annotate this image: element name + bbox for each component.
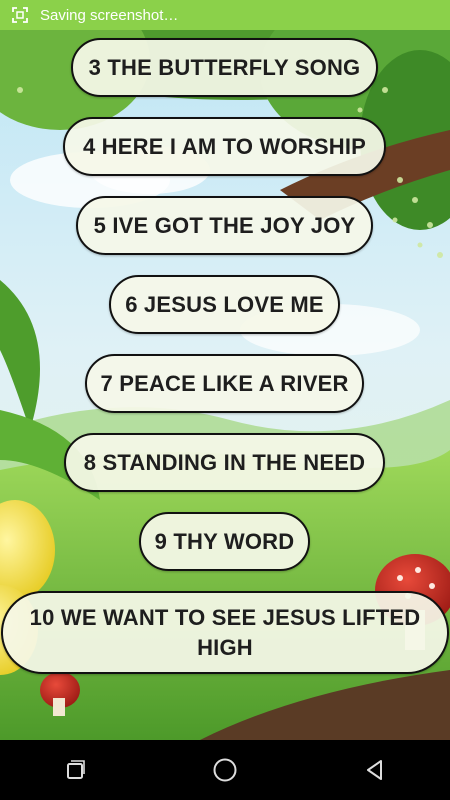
song-button-5[interactable]: 5 IVE GOT THE JOY JOY [76,196,373,255]
status-text: Saving screenshot… [40,6,179,24]
song-button-4[interactable]: 4 HERE I AM TO WORSHIP [63,117,386,176]
song-button-8[interactable]: 8 STANDING IN THE NEED [64,433,385,492]
screenshot-icon [12,7,28,23]
recents-button[interactable] [45,748,105,792]
song-list: 3 THE BUTTERFLY SONG 4 HERE I AM TO WORS… [0,30,450,740]
home-icon [213,758,237,782]
song-button-10[interactable]: 10 WE WANT TO SEE JESUS LIFTED HIGH [1,591,449,674]
status-bar: Saving screenshot… [0,0,450,30]
recents-icon [67,760,85,779]
song-button-3[interactable]: 3 THE BUTTERFLY SONG [71,38,378,97]
song-button-6[interactable]: 6 JESUS LOVE ME [109,275,340,334]
navigation-bar [0,740,450,800]
back-button[interactable] [345,748,405,792]
song-button-9[interactable]: 9 THY WORD [139,512,310,571]
home-button[interactable] [195,748,255,792]
song-button-7[interactable]: 7 PEACE LIKE A RIVER [85,354,364,413]
app-screen: Saving screenshot… 3 THE BUTTERFLY SONG … [0,0,450,740]
back-icon [367,760,382,780]
